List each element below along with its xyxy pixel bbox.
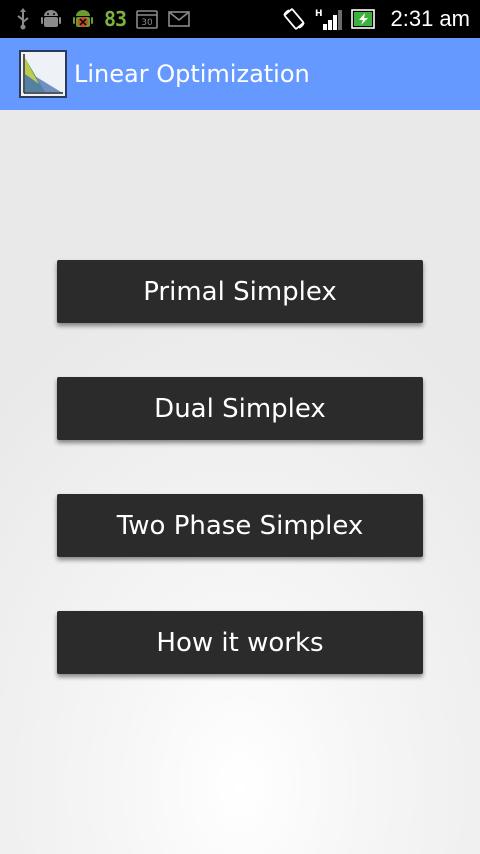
signal-icon: H — [315, 7, 343, 31]
primal-simplex-button[interactable]: Primal Simplex — [57, 260, 423, 323]
system-status-area: H 2:31 am — [281, 0, 471, 38]
calendar-day: 30 — [141, 18, 153, 28]
main-menu: Primal Simplex Dual Simplex Two Phase Si… — [57, 260, 423, 728]
action-bar: Linear Optimization — [0, 38, 480, 110]
usb-icon — [16, 7, 30, 31]
notification-count: 83 — [104, 7, 127, 31]
notification-area: 83 30 — [16, 0, 190, 38]
how-it-works-button[interactable]: How it works — [57, 611, 423, 674]
battery-charging-icon — [350, 7, 377, 31]
app-title: Linear Optimization — [74, 60, 310, 88]
network-type-label: H — [315, 9, 323, 19]
android-bug-icon — [72, 7, 94, 31]
app-chart-icon[interactable] — [19, 50, 67, 98]
screen-rotation-icon — [281, 7, 307, 31]
android-debug-icon — [40, 7, 62, 31]
dual-simplex-button[interactable]: Dual Simplex — [57, 377, 423, 440]
status-clock: 2:31 am — [390, 6, 471, 31]
status-bar: 83 30 H 2:31 am — [0, 0, 480, 38]
calendar-icon: 30 — [136, 7, 158, 31]
two-phase-simplex-button[interactable]: Two Phase Simplex — [57, 494, 423, 557]
email-icon — [168, 7, 190, 31]
